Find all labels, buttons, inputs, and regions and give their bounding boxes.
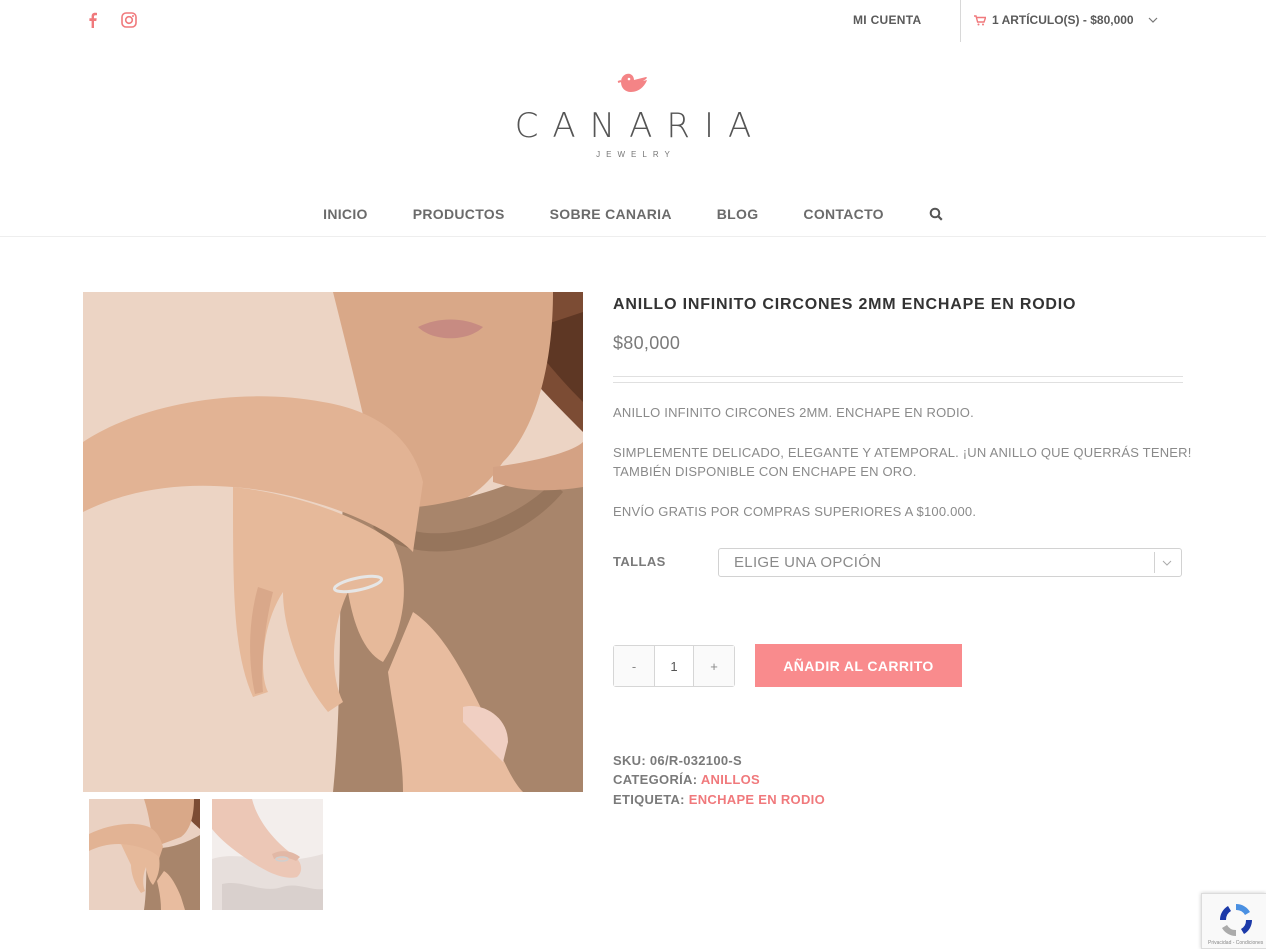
quantity-increase-button[interactable]: + bbox=[694, 646, 734, 686]
cart-dropdown[interactable]: 1 ARTÍCULO(S) - $80,000 bbox=[974, 13, 1158, 27]
recaptcha-text: Privacidad - Condiciones bbox=[1208, 940, 1264, 946]
tag-link[interactable]: ENCHAPE EN RODIO bbox=[689, 792, 825, 807]
cart-icon bbox=[974, 14, 986, 25]
bird-logo-icon bbox=[617, 73, 647, 92]
product-title: ANILLO INFINITO CIRCONES 2MM ENCHAPE EN … bbox=[613, 296, 1077, 313]
category-label: CATEGORÍA: bbox=[613, 772, 698, 787]
site-logo[interactable]: CANARIA JEWELRY bbox=[0, 66, 1266, 159]
cart-summary: 1 ARTÍCULO(S) - $80,000 bbox=[992, 13, 1134, 27]
sku-label: SKU: bbox=[613, 753, 646, 768]
product-category: CATEGORÍA: ANILLOS bbox=[613, 772, 760, 787]
nav-border bbox=[0, 236, 1266, 237]
product-description-line: TAMBIÉN DISPONIBLE CON ENCHAPE EN ORO. bbox=[613, 464, 917, 479]
search-icon[interactable] bbox=[929, 207, 943, 221]
product-description-line: ENVÍO GRATIS POR COMPRAS SUPERIORES A $1… bbox=[613, 504, 977, 519]
product-thumbnail-2[interactable] bbox=[212, 799, 323, 910]
nav-item-blog[interactable]: BLOG bbox=[717, 206, 759, 222]
social-links bbox=[84, 11, 138, 29]
size-label: TALLAS bbox=[613, 554, 666, 569]
sku-value: 06/R-032100-S bbox=[649, 753, 742, 768]
price-separator-2 bbox=[613, 382, 1183, 383]
add-to-cart-button[interactable]: AÑADIR AL CARRITO bbox=[755, 644, 962, 687]
nav-item-contacto[interactable]: CONTACTO bbox=[803, 206, 883, 222]
top-bar: MI CUENTA 1 ARTÍCULO(S) - $80,000 bbox=[0, 0, 1266, 42]
size-select[interactable]: ELIGE UNA OPCIÓN bbox=[718, 548, 1182, 577]
topbar-divider bbox=[960, 0, 961, 42]
product-description-line: ANILLO INFINITO CIRCONES 2MM. ENCHAPE EN… bbox=[613, 405, 974, 420]
quantity-input[interactable]: 1 bbox=[654, 646, 694, 686]
product-price: $80,000 bbox=[613, 333, 681, 353]
quantity-decrease-button[interactable]: - bbox=[614, 646, 654, 686]
logo-subtitle: JEWELRY bbox=[596, 150, 676, 159]
chevron-down-icon bbox=[1154, 552, 1178, 573]
quantity-stepper: - 1 + bbox=[613, 645, 735, 687]
nav-item-inicio[interactable]: INICIO bbox=[323, 206, 368, 222]
product-main-image[interactable] bbox=[83, 292, 583, 792]
recaptcha-icon bbox=[1219, 903, 1253, 937]
product-thumbnail-1[interactable] bbox=[89, 799, 200, 910]
my-account-link[interactable]: MI CUENTA bbox=[853, 13, 921, 27]
recaptcha-badge[interactable]: Privacidad - Condiciones bbox=[1201, 893, 1266, 949]
product-sku: SKU: 06/R-032100-S bbox=[613, 753, 742, 768]
product-description-line: SIMPLEMENTE DELICADO, ELEGANTE Y ATEMPOR… bbox=[613, 445, 1192, 460]
product-tag: ETIQUETA: ENCHAPE EN RODIO bbox=[613, 792, 825, 807]
category-link[interactable]: ANILLOS bbox=[701, 772, 760, 787]
price-separator-1 bbox=[613, 376, 1183, 377]
chevron-down-icon bbox=[1148, 17, 1158, 23]
logo-name: CANARIA bbox=[514, 106, 766, 146]
nav-item-productos[interactable]: PRODUCTOS bbox=[413, 206, 505, 222]
tag-label: ETIQUETA: bbox=[613, 792, 685, 807]
facebook-icon[interactable] bbox=[84, 11, 102, 29]
size-select-value: ELIGE UNA OPCIÓN bbox=[734, 554, 882, 571]
main-nav: INICIO PRODUCTOS SOBRE CANARIA BLOG CONT… bbox=[0, 206, 1266, 222]
nav-item-sobre-canaria[interactable]: SOBRE CANARIA bbox=[550, 206, 672, 222]
instagram-icon[interactable] bbox=[120, 11, 138, 29]
